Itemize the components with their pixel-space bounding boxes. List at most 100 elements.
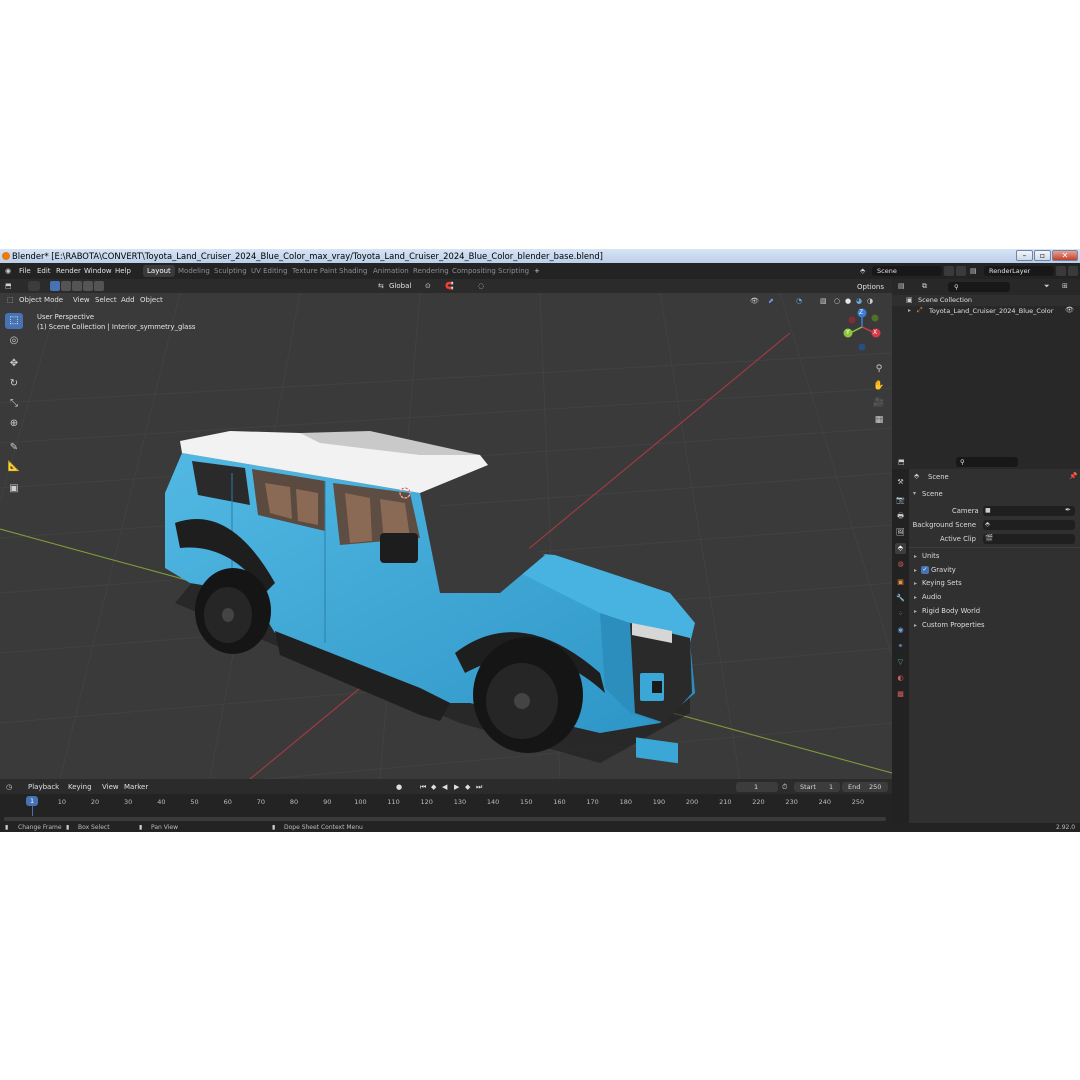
eye-visibility-icon[interactable]: 👁 — [1065, 306, 1074, 314]
tab-compositing[interactable]: Compositing — [448, 265, 500, 277]
filter-icon[interactable]: ⏷ — [1044, 281, 1050, 291]
next-keyframe-icon[interactable]: ◆ — [465, 782, 470, 792]
select-mode-extend-icon[interactable] — [61, 281, 71, 291]
output-tab-icon[interactable]: 🖶 — [895, 511, 906, 522]
active-clip-field[interactable]: 🎬 — [983, 534, 1075, 544]
select-mode-subtract-icon[interactable] — [72, 281, 82, 291]
play-icon[interactable]: ▶ — [454, 782, 459, 792]
background-scene-field[interactable]: ⬘ — [983, 520, 1075, 530]
tool-select-icon[interactable] — [28, 281, 40, 291]
timeline-editor-icon[interactable]: ◷ — [6, 782, 12, 792]
pan-hand-icon[interactable]: ✋ — [872, 379, 886, 393]
snap-icon[interactable]: 🧲 — [445, 281, 454, 291]
wireframe-shading-icon[interactable]: ○ — [834, 296, 840, 306]
audio-chevron-icon[interactable]: ▸ — [914, 594, 917, 601]
scene-field[interactable]: Scene — [872, 266, 942, 276]
gravity-chevron-icon[interactable]: ▸ — [914, 567, 917, 574]
jump-end-icon[interactable]: ⏭ — [476, 782, 482, 792]
pivot-icon[interactable]: ⊙ — [425, 281, 431, 291]
menu-view[interactable]: View — [73, 295, 90, 305]
jump-start-icon[interactable]: ⏮ — [420, 782, 426, 792]
object-mode-icon[interactable]: ⬚ — [7, 295, 14, 305]
custom-properties-panel[interactable]: Custom Properties — [922, 621, 985, 629]
view-layer-field[interactable]: RenderLayer — [984, 266, 1054, 276]
menu-select[interactable]: Select — [95, 295, 117, 305]
menu-playback[interactable]: Playback — [28, 782, 59, 792]
move-tool-icon[interactable]: ✥ — [5, 356, 23, 372]
select-mode-intersect-icon[interactable] — [94, 281, 104, 291]
camera-view-icon[interactable]: 🎥 — [872, 396, 886, 410]
end-frame-field[interactable]: End 250 — [842, 782, 888, 792]
gravity-checkbox[interactable]: ✓ — [921, 566, 929, 574]
select-mode-invert-icon[interactable] — [83, 281, 93, 291]
prev-keyframe-icon[interactable]: ◆ — [431, 782, 436, 792]
add-workspace-button[interactable]: + — [530, 265, 544, 277]
select-mode-new-icon[interactable] — [50, 281, 60, 291]
cursor-tool-icon[interactable]: ◎ — [5, 333, 23, 349]
menu-add[interactable]: Add — [121, 295, 135, 305]
zoom-icon[interactable]: ⚲ — [872, 362, 886, 376]
outliner-display-mode-icon[interactable]: ⧉ — [922, 281, 927, 291]
xray-toggle-icon[interactable]: ▧ — [820, 296, 827, 306]
modifier-tab-icon[interactable]: 🔧 — [895, 593, 906, 604]
menu-marker[interactable]: Marker — [124, 782, 148, 792]
units-panel[interactable]: Units — [922, 552, 939, 560]
scene-tab-icon[interactable]: ⬘ — [895, 543, 906, 554]
rotate-tool-icon[interactable]: ↻ — [5, 376, 23, 392]
delete-scene-icon[interactable] — [956, 266, 966, 276]
material-shading-icon[interactable]: ◕ — [856, 296, 862, 306]
tab-animation[interactable]: Animation — [369, 265, 413, 277]
rigid-body-chevron-icon[interactable]: ▸ — [914, 608, 917, 615]
new-collection-icon[interactable]: ⊞ — [1062, 281, 1068, 291]
camera-field[interactable]: ■ ✒ — [983, 506, 1075, 516]
data-tab-icon[interactable]: ▽ — [895, 657, 906, 668]
constraints-tab-icon[interactable]: ⚭ — [895, 641, 906, 652]
material-tab-icon[interactable]: ◐ — [895, 673, 906, 684]
menu-window[interactable]: Window — [84, 266, 112, 276]
view-layer-icon[interactable]: ▤ — [970, 266, 977, 276]
tab-shading[interactable]: Shading — [335, 265, 371, 277]
annotate-tool-icon[interactable]: ✎ — [5, 440, 23, 456]
units-chevron-icon[interactable]: ▸ — [914, 553, 917, 560]
start-frame-field[interactable]: Start 1 — [794, 782, 840, 792]
tab-uv-editing[interactable]: UV Editing — [247, 265, 292, 277]
scene-section-chevron-icon[interactable]: ▾ — [913, 490, 916, 497]
add-cube-tool-icon[interactable]: ▣ — [5, 481, 23, 497]
scale-tool-icon[interactable]: ⤡ — [5, 396, 23, 412]
proportional-edit-icon[interactable]: ◌ — [478, 281, 484, 291]
render-tab-icon[interactable]: 📷 — [895, 495, 906, 506]
current-frame-field[interactable]: 1 — [736, 782, 778, 792]
texture-tab-icon[interactable]: ▩ — [895, 689, 906, 700]
solid-shading-icon[interactable]: ● — [845, 296, 851, 306]
options-dropdown[interactable]: Options — [857, 282, 884, 292]
keying-sets-panel[interactable]: Keying Sets — [922, 579, 962, 587]
menu-object[interactable]: Object — [140, 295, 163, 305]
gizmo-toggle-icon[interactable]: ⬈ — [768, 296, 774, 306]
tab-sculpting[interactable]: Sculpting — [210, 265, 251, 277]
minimize-button[interactable]: – — [1016, 250, 1033, 261]
keying-sets-chevron-icon[interactable]: ▸ — [914, 580, 917, 587]
clock-icon[interactable]: ⏱ — [782, 782, 787, 792]
measure-tool-icon[interactable]: 📐 — [5, 459, 23, 475]
particles-tab-icon[interactable]: ⁘ — [895, 609, 906, 620]
object-tab-icon[interactable]: ▣ — [895, 577, 906, 588]
new-view-layer-icon[interactable] — [1056, 266, 1066, 276]
outliner-row-scene-collection[interactable]: ▣ Scene Collection — [892, 295, 1080, 306]
editor-type-icon[interactable]: ⬒ — [5, 281, 12, 291]
select-box-tool-icon[interactable]: ⬚ — [5, 313, 23, 329]
expand-chevron-icon[interactable]: ▸ — [908, 307, 911, 314]
visibility-icon[interactable]: 👁 — [750, 296, 759, 306]
transform-tool-icon[interactable]: ⊕ — [5, 416, 23, 432]
tab-layout[interactable]: Layout — [143, 265, 175, 277]
audio-panel[interactable]: Audio — [922, 593, 941, 601]
scene-section-header[interactable]: Scene — [922, 490, 943, 498]
record-icon[interactable]: ● — [396, 782, 402, 792]
rendered-shading-icon[interactable]: ◑ — [867, 296, 873, 306]
new-scene-icon[interactable] — [944, 266, 954, 276]
close-button[interactable]: ✕ — [1052, 250, 1078, 261]
ortho-grid-icon[interactable]: ▦ — [872, 413, 886, 427]
tool-tab-icon[interactable]: ⚒ — [895, 477, 906, 488]
outliner-search-input[interactable]: ⚲ — [948, 282, 1010, 292]
playhead[interactable]: 1 — [26, 796, 38, 806]
scene-selector-icon[interactable]: ⬘ — [860, 266, 865, 276]
